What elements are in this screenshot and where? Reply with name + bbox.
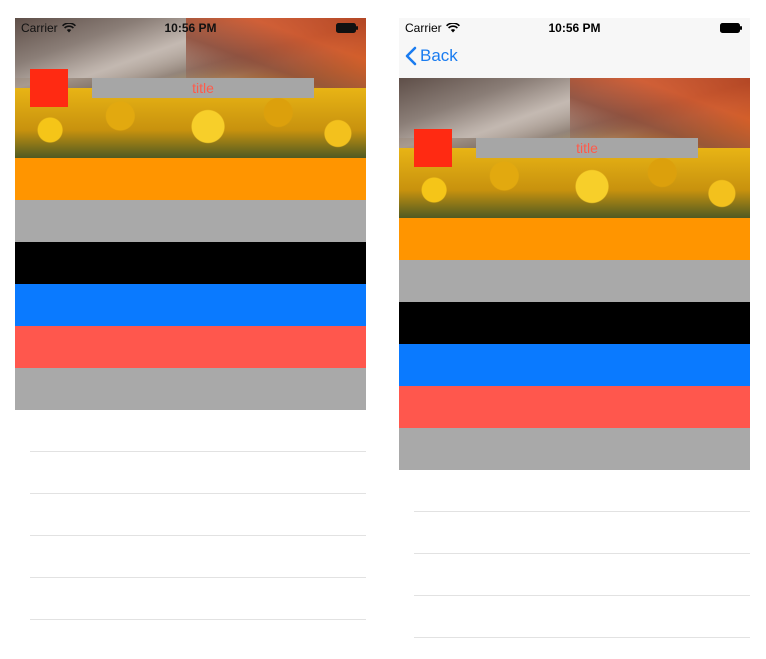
chevron-left-icon [405, 46, 417, 66]
title-label: title [476, 138, 698, 158]
battery-icon [336, 23, 358, 33]
table-row[interactable] [399, 218, 750, 260]
table-row[interactable] [399, 344, 750, 386]
table-row[interactable] [15, 158, 366, 200]
empty-row [30, 536, 366, 578]
table-row[interactable] [15, 200, 366, 242]
empty-row [30, 410, 366, 452]
screen-without-nav: title Carrier 10:56 PM [15, 18, 366, 659]
avatar-square[interactable] [30, 69, 68, 107]
status-time: 10:56 PM [548, 21, 601, 35]
table-row[interactable] [399, 260, 750, 302]
status-bar: Carrier 10:56 PM [15, 18, 366, 38]
table-row[interactable] [399, 386, 750, 428]
back-label: Back [420, 46, 458, 65]
status-time: 10:56 PM [164, 21, 217, 35]
table-row[interactable] [15, 326, 366, 368]
empty-row [30, 494, 366, 536]
empty-row [30, 578, 366, 620]
header-image: title [399, 78, 750, 218]
status-bar: Carrier 10:56 PM [399, 18, 750, 38]
empty-row [414, 596, 750, 638]
empty-row [414, 470, 750, 512]
table-row[interactable] [399, 302, 750, 344]
avatar-square[interactable] [414, 129, 452, 167]
empty-row [414, 554, 750, 596]
battery-icon [720, 23, 742, 33]
empty-row [414, 512, 750, 554]
navigation-bar: Back [399, 38, 750, 78]
table-row[interactable] [15, 368, 366, 410]
header-image: title [15, 18, 366, 158]
empty-row [30, 452, 366, 494]
table-row[interactable] [15, 242, 366, 284]
screen-with-nav: Carrier 10:56 PM Back title [399, 18, 750, 659]
back-button[interactable]: Back [405, 46, 458, 66]
title-label: title [92, 78, 314, 98]
table-row[interactable] [15, 284, 366, 326]
table-row[interactable] [399, 428, 750, 470]
